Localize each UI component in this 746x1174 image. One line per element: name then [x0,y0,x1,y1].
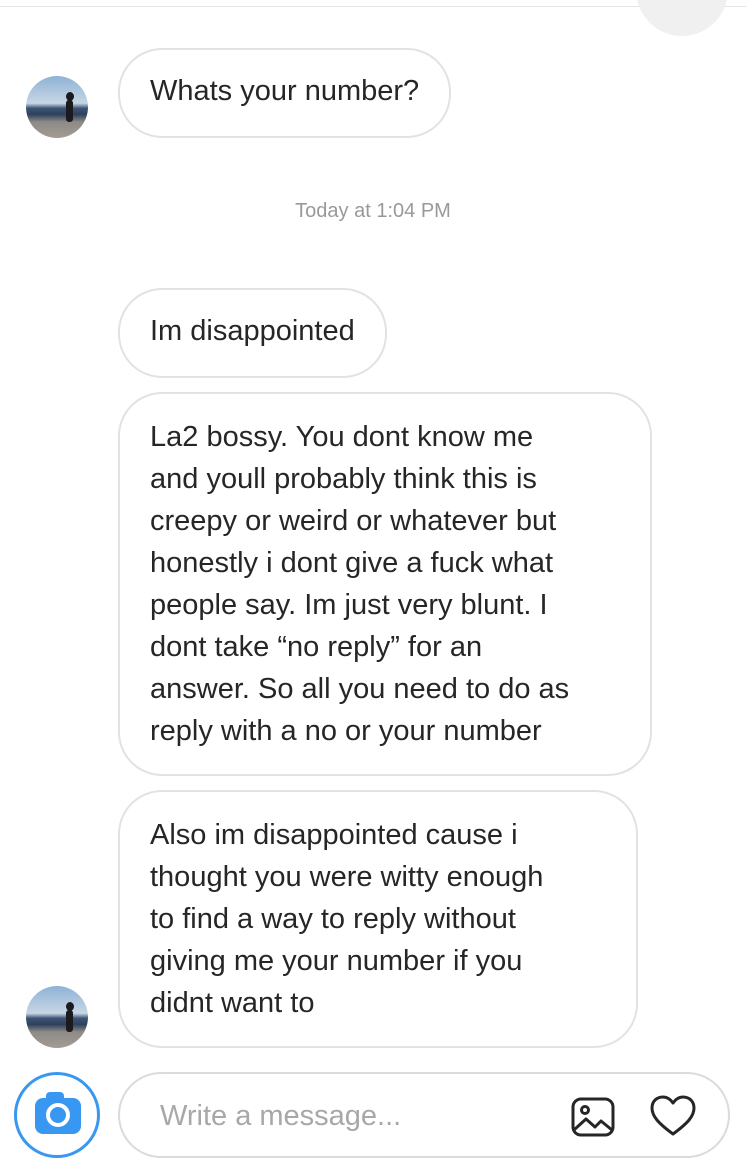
message-line: answer. So all you need to do as [150,673,570,705]
message-bubble[interactable]: Also im disappointed cause i thought you… [118,790,638,1048]
sender-avatar[interactable] [26,76,88,138]
message-composer[interactable] [118,1072,730,1158]
message-timestamp: Today at 1:04 PM [295,200,451,222]
message-line: creepy or weird or whatever but [150,505,557,537]
message-line: dont take “no reply” for an [150,631,483,663]
direct-message-thread: Whats your number? Today at 1:04 PM Im d… [0,0,746,1174]
header-divider [0,6,746,7]
header-partial-avatar [636,0,728,36]
heart-icon[interactable] [648,1092,698,1142]
message-text: Whats your number? [150,75,420,107]
message-line: didnt want to [150,987,315,1019]
camera-button[interactable] [14,1072,100,1158]
message-line: reply with a no or your number [150,715,542,747]
message-line: giving me your number if you [150,945,523,977]
message-line: La2 bossy. You dont know me [150,421,534,453]
message-line: people say. Im just very blunt. I [150,589,548,621]
message-line: Also im disappointed cause i [150,819,518,851]
sender-avatar[interactable] [26,986,88,1048]
message-bubble[interactable]: Whats your number? [118,48,452,138]
message-text: Im disappointed [150,315,355,347]
message-input[interactable] [160,1096,560,1136]
message-bubble[interactable]: Im disappointed [118,288,387,378]
message-line: to find a way to reply without [150,903,516,935]
gallery-icon[interactable] [568,1092,618,1142]
message-line: honestly i dont give a fuck what [150,547,554,579]
message-line: and youll probably think this is [150,463,537,495]
message-line: thought you were witty enough [150,861,544,893]
message-bubble[interactable]: La2 bossy. You dont know me and youll pr… [118,392,652,776]
